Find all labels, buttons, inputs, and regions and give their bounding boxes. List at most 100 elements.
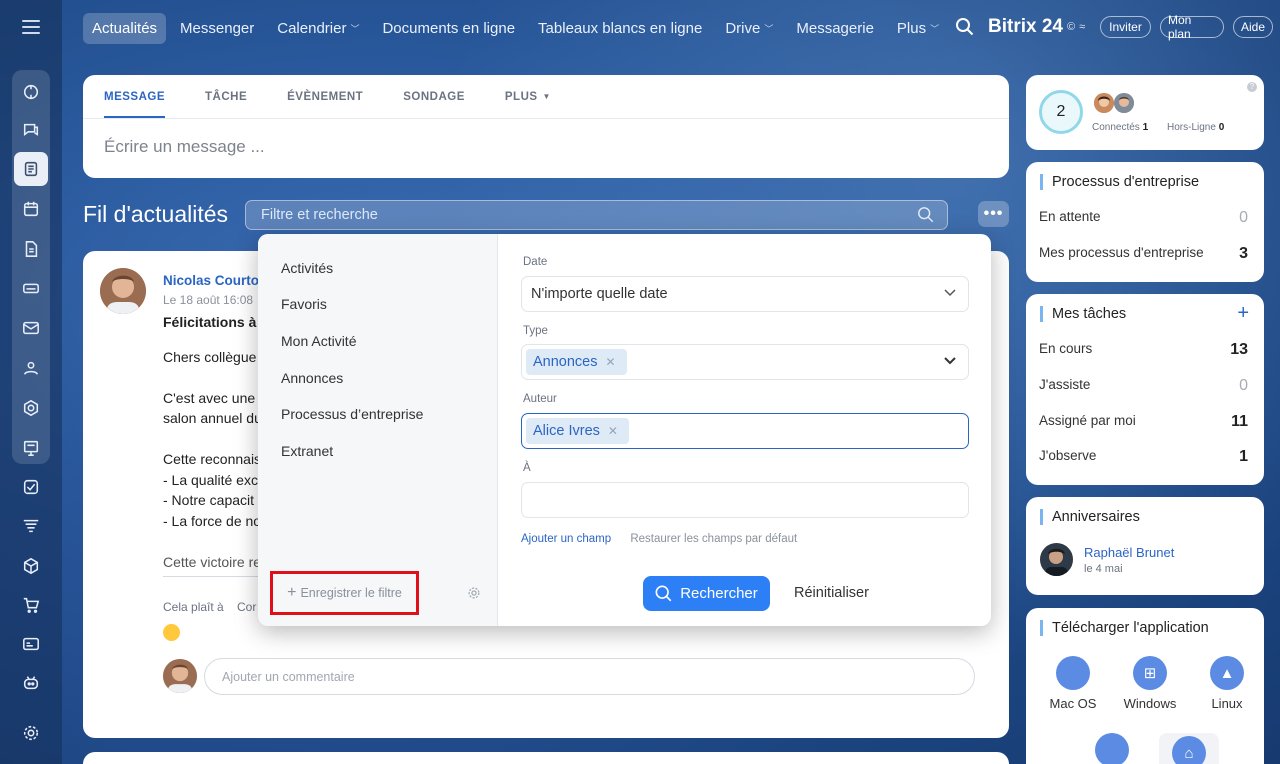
- tab-more[interactable]: PLUS ▼: [505, 75, 551, 118]
- menu-icon[interactable]: [22, 20, 40, 34]
- help-icon[interactable]: ?: [1247, 82, 1257, 92]
- activity-icon[interactable]: [19, 80, 43, 104]
- list-item[interactable]: Mes processus d'entreprise 3: [1039, 245, 1248, 263]
- add-task-button[interactable]: +: [1237, 302, 1249, 325]
- nav-tableaux[interactable]: Tableaux blancs en ligne: [529, 13, 711, 44]
- tab-poll[interactable]: SONDAGE: [403, 75, 465, 118]
- online-count[interactable]: 2: [1039, 90, 1083, 134]
- add-field-link[interactable]: Ajouter un champ: [521, 533, 611, 545]
- board-icon[interactable]: [19, 436, 43, 460]
- nav-messenger[interactable]: Messenger: [171, 13, 263, 44]
- type-tag[interactable]: Annonces ✕: [526, 349, 627, 375]
- plus-icon: +: [287, 584, 297, 601]
- groups-icon[interactable]: [19, 356, 43, 380]
- chevron-down-icon: [944, 289, 956, 297]
- hexagon-icon[interactable]: [19, 396, 43, 420]
- robot-icon[interactable]: [19, 671, 43, 695]
- preset-extranet[interactable]: Extranet: [281, 443, 333, 459]
- tasks-icon[interactable]: [19, 475, 43, 499]
- list-item[interactable]: J'observe 1: [1039, 448, 1248, 466]
- post-line: Cette reconnais: [163, 451, 262, 467]
- nav-plus[interactable]: Plus ﹀: [888, 13, 948, 44]
- author-tag[interactable]: Alice Ivres ✕: [526, 418, 629, 444]
- preset-activites[interactable]: Activités: [281, 260, 333, 276]
- nav-actualites[interactable]: Actualités: [83, 12, 167, 44]
- save-filter-button[interactable]: + Enregistrer le filtre: [270, 571, 419, 615]
- nav-documents[interactable]: Documents en ligne: [373, 13, 524, 44]
- avatar[interactable]: [100, 268, 146, 314]
- preset-favoris[interactable]: Favoris: [281, 296, 327, 312]
- tab-event[interactable]: ÉVÈNEMENT: [287, 75, 363, 118]
- reset-button[interactable]: Réinitialiser: [794, 585, 869, 601]
- type-label: Type: [523, 325, 548, 337]
- to-input[interactable]: [521, 482, 969, 518]
- brand-logo: Bitrix 24 © ≈: [988, 16, 1086, 37]
- tasks-title[interactable]: Mes tâches: [1040, 306, 1126, 322]
- comment-input[interactable]: Ajouter un commentaire: [204, 658, 975, 695]
- funnel-icon[interactable]: [19, 514, 43, 538]
- nav-calendrier[interactable]: Calendrier ﹀: [268, 13, 368, 44]
- search-icon[interactable]: [917, 206, 935, 224]
- calendar-icon[interactable]: [19, 197, 43, 221]
- settings-icon[interactable]: [19, 721, 43, 745]
- invite-button[interactable]: Inviter: [1100, 16, 1151, 38]
- preset-processus[interactable]: Processus d’entreprise: [281, 406, 423, 422]
- post-date[interactable]: Le 18 août 16:08: [163, 293, 253, 307]
- box-icon[interactable]: [19, 554, 43, 578]
- app-linux[interactable]: ▲ Linux: [1197, 656, 1257, 711]
- birthdays-title[interactable]: Anniversaires: [1040, 509, 1140, 525]
- cart-icon[interactable]: [19, 593, 43, 617]
- birthday-name[interactable]: Raphaël Brunet: [1084, 545, 1174, 560]
- avatar[interactable]: [1094, 93, 1114, 113]
- date-select[interactable]: N'importe quelle date: [521, 276, 969, 312]
- id-card-icon[interactable]: [19, 632, 43, 656]
- nav-messagerie[interactable]: Messagerie: [787, 13, 883, 44]
- tasks-widget: Mes tâches + En cours 13 J'assiste 0 Assig…: [1026, 294, 1264, 485]
- app-ios[interactable]: [1082, 733, 1142, 764]
- mail-icon[interactable]: [19, 316, 43, 340]
- type-select[interactable]: Annonces ✕: [521, 344, 969, 380]
- document-icon[interactable]: [19, 237, 43, 261]
- search-button[interactable]: Rechercher: [643, 576, 770, 611]
- author-label: Auteur: [523, 393, 557, 405]
- restore-fields-link[interactable]: Restaurer les champs par défaut: [630, 533, 797, 545]
- avatar[interactable]: [1114, 93, 1134, 113]
- chat-icon[interactable]: [19, 118, 43, 142]
- like-link[interactable]: Cela plaît à: [163, 600, 224, 614]
- list-item[interactable]: Assigné par moi 11: [1039, 413, 1248, 431]
- comment-link[interactable]: Cor: [237, 600, 256, 614]
- processes-title[interactable]: Processus d'entreprise: [1040, 174, 1199, 190]
- post-author[interactable]: Nicolas Courto: [163, 273, 259, 288]
- app-android[interactable]: ⌂: [1159, 733, 1219, 764]
- list-item[interactable]: J'assiste 0: [1039, 377, 1248, 395]
- app-macos[interactable]: Mac OS: [1043, 656, 1103, 711]
- apps-widget: Télécharger l'application Mac OS ⊞ Window…: [1026, 608, 1264, 764]
- close-icon[interactable]: ✕: [606, 355, 616, 369]
- chevron-down-icon: [944, 357, 956, 365]
- author-input[interactable]: Alice Ivres ✕: [521, 413, 969, 449]
- app-windows[interactable]: ⊞ Windows: [1120, 656, 1180, 711]
- search-icon[interactable]: [955, 17, 975, 37]
- plan-button[interactable]: Mon plan: [1160, 13, 1224, 41]
- list-item[interactable]: En attente 0: [1039, 209, 1248, 227]
- laugh-emoji-icon[interactable]: [163, 624, 180, 641]
- more-options-button[interactable]: •••: [978, 201, 1009, 227]
- list-item[interactable]: En cours 13: [1039, 341, 1248, 359]
- help-button[interactable]: Aide: [1233, 16, 1273, 38]
- close-icon[interactable]: ✕: [608, 424, 618, 438]
- news-feed-icon[interactable]: [14, 152, 48, 186]
- filter-search-input[interactable]: Filtre et recherche: [245, 200, 948, 230]
- filter-presets: Activités Favoris Mon Activité Annonces …: [258, 234, 498, 626]
- gear-icon[interactable]: [467, 586, 481, 600]
- preset-mon-activite[interactable]: Mon Activité: [281, 333, 356, 349]
- message-input[interactable]: Écrire un message ...: [83, 119, 1009, 175]
- nav-drive[interactable]: Drive ﹀: [716, 13, 782, 44]
- tab-message[interactable]: MESSAGE: [104, 75, 166, 118]
- avatar[interactable]: [1040, 543, 1073, 576]
- processes-widget: Processus d'entreprise En attente 0 Mes p…: [1026, 162, 1264, 282]
- caret-down-icon: ▼: [542, 92, 551, 101]
- drive-icon[interactable]: [19, 276, 43, 300]
- tab-task[interactable]: TÂCHE: [205, 75, 247, 118]
- post-line: - La force de no: [163, 513, 262, 529]
- preset-annonces[interactable]: Annonces: [281, 370, 343, 386]
